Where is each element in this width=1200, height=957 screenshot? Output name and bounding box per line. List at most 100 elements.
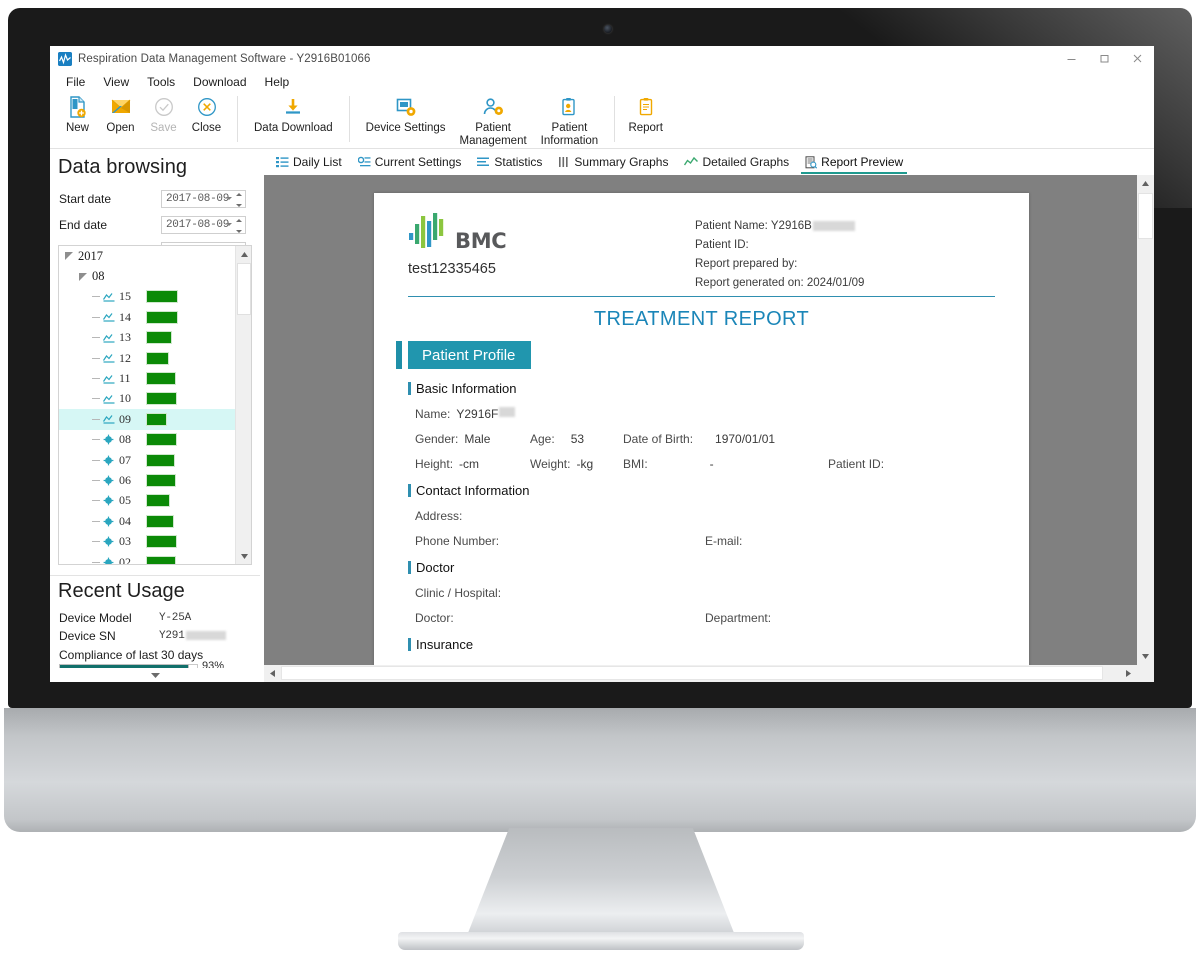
tree-node-label: 04 [119, 513, 131, 528]
usage-bar [146, 453, 175, 467]
tree-day-node[interactable]: 09 [59, 409, 235, 430]
patient-information-button[interactable]: Patient Information [534, 92, 606, 147]
list-icon [276, 157, 289, 168]
minimize-icon[interactable] [1055, 46, 1088, 71]
open-folder-icon [110, 95, 132, 119]
dob-label: Date of Birth: [623, 432, 694, 446]
tab-summary-graphs-label: Summary Graphs [574, 155, 669, 169]
date-tree-scrollbar[interactable] [235, 246, 251, 564]
patient-management-button[interactable]: Patient Management [453, 92, 534, 147]
tree-day-node[interactable]: 08 [59, 430, 235, 450]
department-label: Department: [705, 611, 772, 625]
device-sn-value: Y291 [159, 630, 185, 642]
name-label: Name: [415, 407, 451, 421]
report-clipboard-icon [637, 95, 655, 119]
menu-item-tools[interactable]: Tools [138, 73, 184, 91]
patient-information-label-1: Patient [551, 122, 588, 134]
address-label: Address: [415, 509, 463, 523]
report-header: BMC test12335465 Patient Name: Y2916B Pa… [408, 209, 995, 293]
report-button[interactable]: Report [624, 92, 667, 135]
menu-item-download[interactable]: Download [184, 73, 255, 91]
tree-day-node[interactable]: 13 [59, 328, 235, 348]
tree-day-node[interactable]: 07 [59, 450, 235, 470]
expand-triangle-icon[interactable] [65, 252, 73, 261]
tree-day-node[interactable]: 03 [59, 531, 235, 551]
tree-day-node[interactable]: 05 [59, 491, 235, 511]
meta-patient-name-value: Y2916B [770, 220, 812, 232]
end-date-dropdown-icon[interactable] [226, 222, 232, 226]
data-download-button[interactable]: Data Download [247, 92, 340, 135]
tab-report-preview[interactable]: Report Preview [797, 150, 911, 174]
tree-scroll-thumb[interactable] [237, 263, 251, 315]
tab-current-settings[interactable]: Current Settings [350, 150, 470, 174]
end-date-stepper[interactable] [235, 218, 243, 233]
preview-vertical-scrollbar[interactable] [1137, 175, 1154, 665]
tree-day-node[interactable]: 10 [59, 389, 235, 409]
tree-day-node[interactable]: 02 [59, 552, 235, 564]
toolbar-separator-2 [348, 96, 350, 142]
preview-scroll-down-icon[interactable] [1137, 648, 1154, 665]
tree-day-node[interactable]: 14 [59, 307, 235, 327]
subsection-accent-icon [408, 382, 411, 395]
chart-leaf-icon [102, 413, 115, 425]
compliance-caption: Compliance of last 30 days [59, 648, 204, 662]
device-settings-button[interactable]: Device Settings [359, 92, 453, 135]
patient-name-redaction [812, 220, 855, 231]
start-date-row: Start date 2017-08-09 [50, 187, 260, 210]
data-point-icon [102, 474, 115, 486]
menu-item-file[interactable]: File [57, 73, 94, 91]
tree-scroll-up-icon[interactable] [236, 246, 251, 262]
close-button[interactable]: Close [185, 92, 228, 135]
close-icon[interactable] [1121, 46, 1154, 71]
preview-scroll-left-icon[interactable] [264, 665, 281, 682]
tree-month-node[interactable]: 08 [59, 266, 235, 286]
tree-day-node[interactable]: 04 [59, 511, 235, 531]
preview-scroll-thumb[interactable] [1138, 193, 1153, 239]
start-date-stepper[interactable] [235, 192, 243, 207]
date-tree[interactable]: 2017081514131211100908070605040302010731… [58, 245, 252, 565]
usage-bar [146, 514, 174, 528]
tab-daily-list[interactable]: Daily List [268, 150, 350, 174]
tab-report-preview-label: Report Preview [821, 155, 904, 169]
tab-statistics[interactable]: Statistics [469, 150, 550, 174]
chart-leaf-icon [102, 373, 115, 385]
tree-connector [92, 520, 100, 522]
menu-item-view[interactable]: View [94, 73, 138, 91]
tab-detailed-graphs[interactable]: Detailed Graphs [676, 150, 797, 174]
tree-day-node[interactable]: 12 [59, 348, 235, 368]
preview-scroll-right-icon[interactable] [1120, 665, 1137, 682]
preview-horizontal-scrollbar[interactable] [264, 665, 1137, 682]
report-meta-block: Patient Name: Y2916B Patient ID: Report … [695, 209, 995, 293]
report-page-content: BMC test12335465 Patient Name: Y2916B Pa… [396, 209, 995, 665]
toolbar-separator-1 [237, 96, 238, 142]
tree-day-node[interactable]: 11 [59, 368, 235, 388]
maximize-icon[interactable] [1088, 46, 1121, 71]
age-label: Age: [530, 432, 555, 446]
end-date-input[interactable]: 2017-08-09 [161, 215, 246, 234]
gender-label: Gender: [415, 432, 459, 446]
tree-connector [92, 541, 100, 543]
open-label: Open [106, 122, 135, 134]
start-date-input[interactable]: 2017-08-09 [161, 189, 246, 208]
open-button[interactable]: Open [99, 92, 142, 135]
start-date-dropdown-icon[interactable] [226, 196, 232, 200]
tree-scroll-down-icon[interactable] [236, 548, 251, 564]
age-value: 53 [570, 432, 585, 446]
report-page: BMC test12335465 Patient Name: Y2916B Pa… [374, 193, 1029, 665]
window-title: Respiration Data Management Software - Y… [78, 52, 371, 65]
save-check-icon [154, 95, 174, 119]
tree-day-node[interactable]: 06 [59, 470, 235, 490]
preview-scroll-up-icon[interactable] [1137, 175, 1154, 192]
preview-h-scroll-thumb[interactable] [281, 666, 1103, 680]
tree-day-node[interactable]: 15 [59, 287, 235, 307]
patient-management-label-2: Management [459, 134, 527, 147]
tree-connector [92, 500, 100, 502]
tree-year-node[interactable]: 2017 [59, 246, 235, 266]
height-value: -cm [459, 457, 480, 471]
save-label: Save [150, 122, 177, 134]
new-button[interactable]: New [56, 92, 99, 135]
menu-item-help[interactable]: Help [256, 73, 299, 91]
left-panel-scroll-down-icon[interactable] [50, 668, 260, 682]
tab-summary-graphs[interactable]: Summary Graphs [550, 150, 676, 174]
expand-triangle-icon[interactable] [79, 272, 87, 281]
